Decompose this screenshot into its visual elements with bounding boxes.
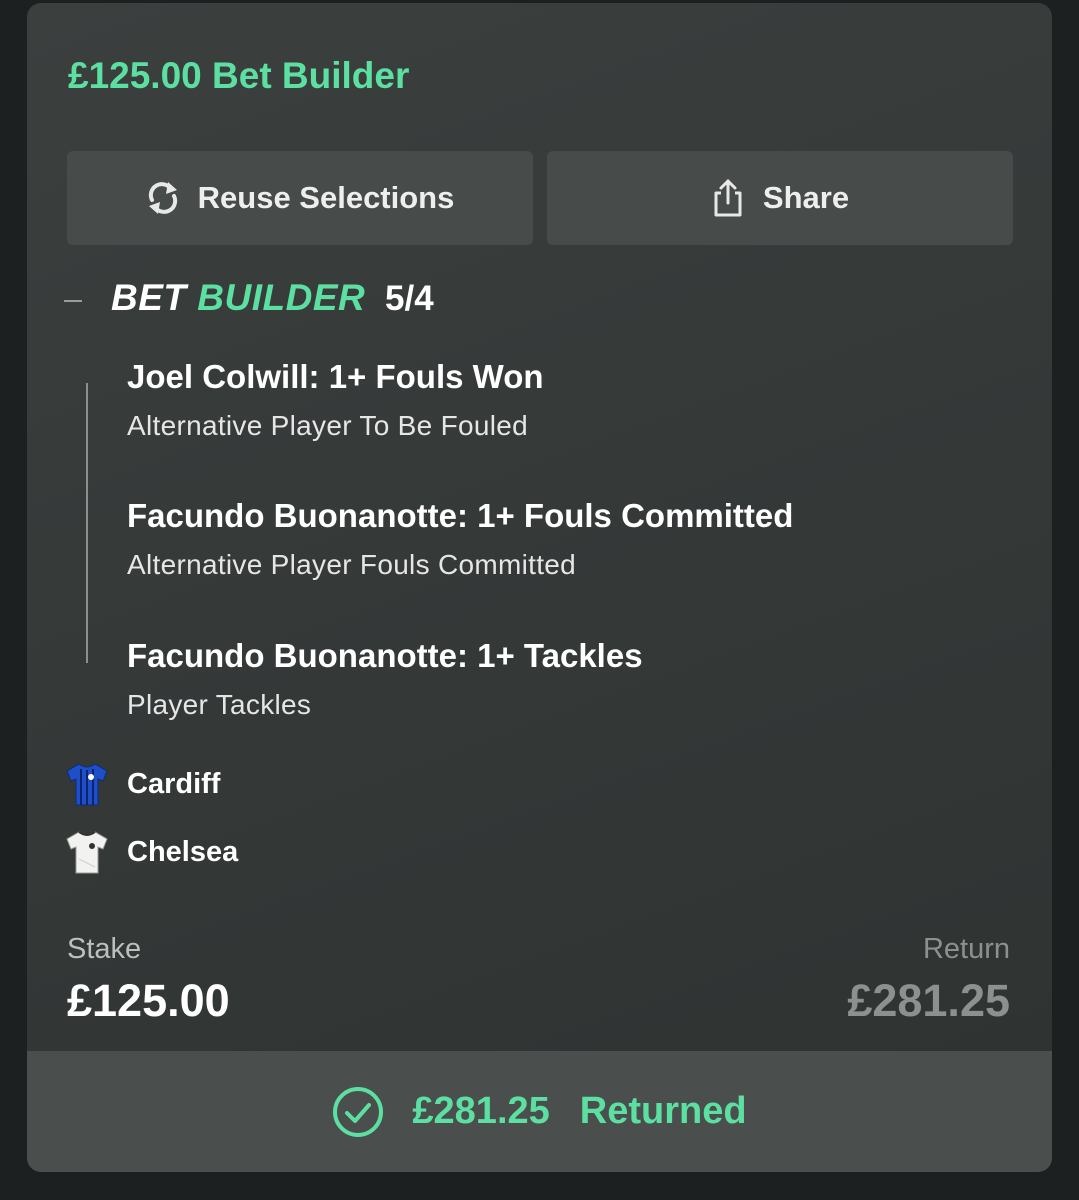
bet-title: £125.00 Bet Builder	[68, 55, 410, 96]
check-circle-icon	[333, 1086, 384, 1137]
selection-item: Joel Colwill: 1+ Fouls Won Alternative P…	[127, 358, 544, 442]
returned-status: Returned	[579, 1090, 747, 1132]
share-label: Share	[762, 180, 850, 215]
bet-builder-label-part1: BET	[111, 277, 187, 318]
chelsea-shirt-icon	[66, 831, 108, 874]
selection-market: Player Tackles	[127, 689, 312, 720]
selection-connector-line	[86, 383, 88, 663]
selection-market: Alternative Player Fouls Committed	[127, 549, 577, 580]
return-label: Return	[922, 933, 1010, 965]
team-name: Cardiff	[127, 767, 221, 800]
stake-label: Stake	[67, 933, 142, 965]
bet-card: £125.00 Bet Builder Reuse Selections Sha…	[27, 3, 1052, 1172]
team-row-chelsea: Chelsea	[65, 829, 238, 875]
cardiff-shirt-icon	[66, 763, 108, 806]
team-row-cardiff: Cardiff	[65, 761, 220, 807]
reuse-selections-button[interactable]: Reuse Selections	[67, 151, 533, 245]
refresh-icon	[148, 182, 177, 214]
selection-item: Facundo Buonanotte: 1+ Tackles Player Ta…	[127, 637, 643, 721]
returned-banner: £281.25 Returned	[27, 1051, 1052, 1172]
reuse-selections-label: Reuse Selections	[197, 180, 455, 215]
collapse-toggle-icon[interactable]	[64, 300, 82, 302]
selection-name: Joel Colwill: 1+ Fouls Won	[127, 358, 544, 395]
return-value: £281.25	[847, 975, 1010, 1026]
returned-amount: £281.25	[412, 1090, 550, 1132]
stake-value: £125.00	[67, 975, 230, 1026]
share-button[interactable]: Share	[547, 151, 1013, 245]
selection-name: Facundo Buonanotte: 1+ Tackles	[127, 637, 643, 674]
bet-builder-label-part2: BUILDER	[197, 277, 366, 318]
bet-builder-label: BET BUILDER	[111, 277, 365, 319]
selection-name: Facundo Buonanotte: 1+ Fouls Committed	[127, 497, 794, 534]
selection-item: Facundo Buonanotte: 1+ Fouls Committed A…	[127, 497, 793, 581]
team-name: Chelsea	[127, 835, 239, 868]
share-icon	[714, 179, 742, 217]
selection-market: Alternative Player To Be Fouled	[127, 410, 528, 441]
bet-odds: 5/4	[385, 279, 434, 318]
